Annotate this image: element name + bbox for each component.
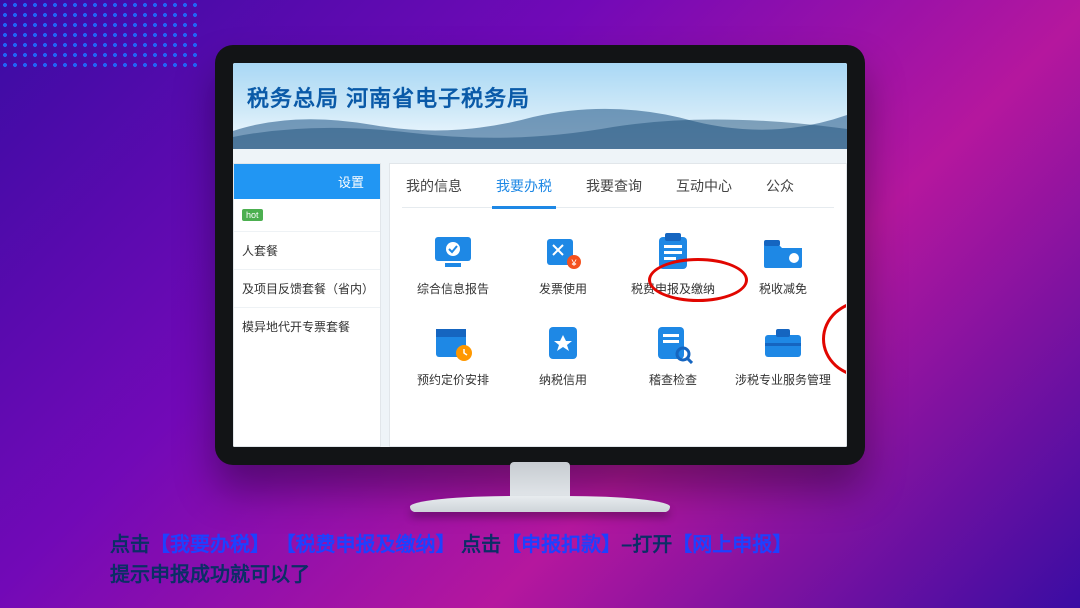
sidebar-settings[interactable]: 设置	[234, 164, 380, 199]
function-grid: 综合信息报告 ¥ 发票使用 税费申报及缴纳	[402, 208, 834, 388]
func-label: 纳税信用	[539, 371, 587, 388]
func-label: 发票使用	[539, 280, 587, 297]
body-area: 设置 hot 人套餐 及项目反馈套餐（省内） 模异地代开专票套餐 我的信息 我要…	[233, 149, 847, 447]
func-zonghe[interactable]: 综合信息报告	[402, 232, 504, 297]
func-label: 涉税专业服务管理	[735, 371, 831, 388]
func-label: 预约定价安排	[417, 371, 489, 388]
caption-line1: 点击【我要办税】 【税费申报及缴纳】 点击【申报扣款】–打开【网上申报】	[110, 530, 970, 560]
app-header: 税务总局 河南省电子税务局	[233, 63, 847, 149]
func-nashui[interactable]: 纳税信用	[512, 323, 614, 388]
star-badge-icon	[539, 323, 587, 363]
folder-icon	[759, 232, 807, 272]
monitor-frame: 税务总局 河南省电子税务局 设置 hot 人套餐 及项目反馈套餐（省内） 模异地…	[215, 45, 865, 465]
func-label: 稽查检查	[649, 371, 697, 388]
svg-text:¥: ¥	[570, 258, 577, 268]
screen: 税务总局 河南省电子税务局 设置 hot 人套餐 及项目反馈套餐（省内） 模异地…	[233, 63, 847, 447]
caption-line2: 提示申报成功就可以了	[110, 560, 970, 590]
monitor-stand-base	[410, 496, 670, 512]
func-yuyue[interactable]: 预约定价安排	[402, 323, 504, 388]
func-shuishou[interactable]: 税收减免	[732, 232, 834, 297]
briefcase-icon	[759, 323, 807, 363]
app-title: 税务总局 河南省电子税务局	[247, 81, 530, 113]
tab-my-info[interactable]: 我的信息	[406, 176, 462, 196]
tab-handle-tax[interactable]: 我要办税	[496, 176, 552, 196]
tab-interact[interactable]: 互动中心	[676, 176, 732, 196]
func-label: 税收减免	[759, 280, 807, 297]
func-fapiao[interactable]: ¥ 发票使用	[512, 232, 614, 297]
tab-query[interactable]: 我要查询	[586, 176, 642, 196]
main-panel: 我的信息 我要办税 我要查询 互动中心 公众 综合信息报告	[389, 163, 847, 447]
sidebar: 设置 hot 人套餐 及项目反馈套餐（省内） 模异地代开专票套餐	[233, 163, 381, 447]
monitor-stand-neck	[510, 462, 570, 498]
highlight-circle-tab	[648, 258, 748, 302]
sidebar-hot-row: hot	[234, 199, 380, 231]
func-jicha[interactable]: 稽查检查	[622, 323, 724, 388]
hot-badge: hot	[242, 209, 263, 221]
tab-bar: 我的信息 我要办税 我要查询 互动中心 公众	[402, 164, 834, 208]
sidebar-item[interactable]: 人套餐	[234, 231, 380, 269]
func-label: 综合信息报告	[417, 280, 489, 297]
monitor-check-icon	[429, 232, 477, 272]
func-sheshui[interactable]: 涉税专业服务管理	[732, 323, 834, 388]
sidebar-item[interactable]: 模异地代开专票套餐	[234, 307, 380, 345]
calendar-clock-icon	[429, 323, 477, 363]
instruction-caption: 点击【我要办税】 【税费申报及缴纳】 点击【申报扣款】–打开【网上申报】 提示申…	[110, 530, 970, 590]
sidebar-item[interactable]: 及项目反馈套餐（省内）	[234, 269, 380, 307]
clipboard-search-icon	[649, 323, 697, 363]
edit-yen-icon: ¥	[539, 232, 587, 272]
decor-dots	[0, 0, 200, 70]
tab-public[interactable]: 公众	[766, 176, 794, 196]
